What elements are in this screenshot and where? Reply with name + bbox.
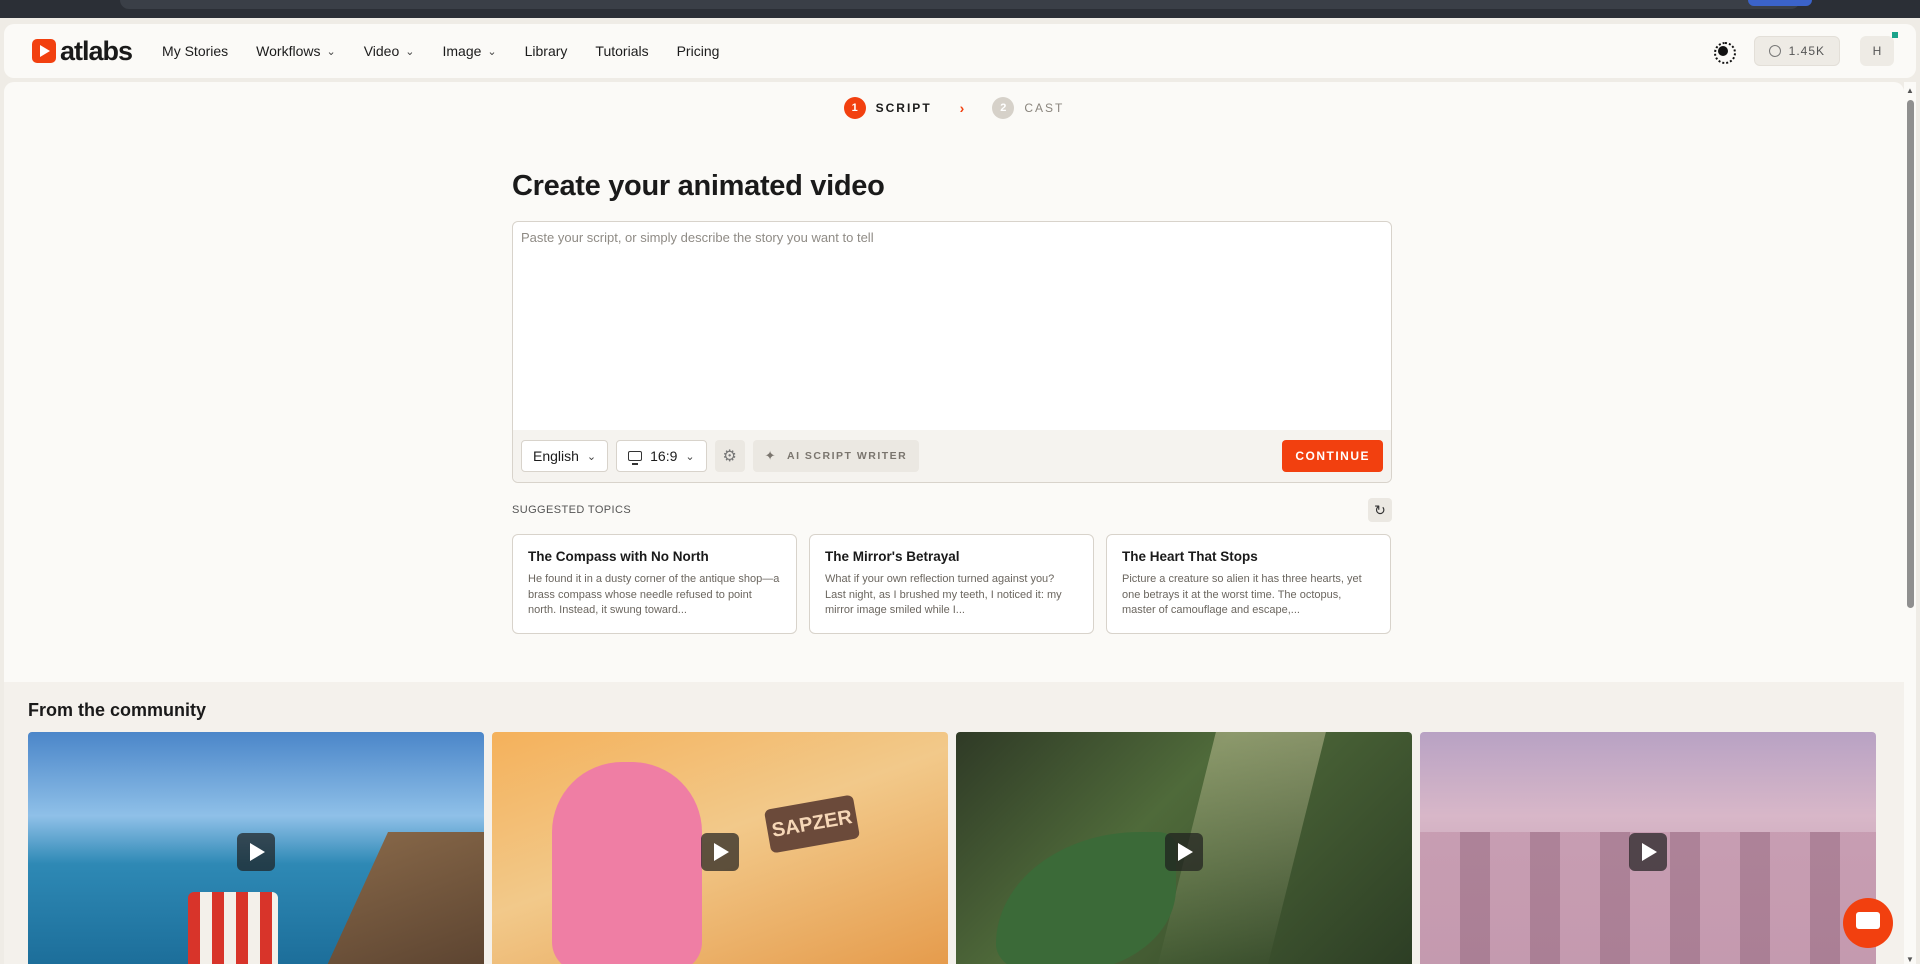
nav-label: Video: [363, 43, 400, 59]
nav-video[interactable]: Video ⌄: [364, 43, 415, 59]
thumbnail-sign-text: SAPZER: [763, 794, 861, 854]
scroll-up-icon[interactable]: ▲: [1906, 86, 1914, 95]
nav-workflows[interactable]: Workflows ⌄: [256, 43, 336, 59]
nav-label: My Stories: [162, 43, 229, 59]
nav-label: Tutorials: [595, 43, 649, 59]
nav-label: Pricing: [676, 43, 720, 59]
continue-button[interactable]: CONTINUE: [1282, 440, 1383, 472]
coin-icon: [1768, 45, 1781, 57]
refresh-icon: ↻: [1374, 501, 1386, 518]
community-section: From the community SAPZER: [4, 682, 1904, 964]
nav-image[interactable]: Image ⌄: [442, 43, 496, 59]
browser-profile-pill[interactable]: [1748, 0, 1812, 6]
step-number: 1: [843, 97, 866, 119]
video-thumbnail-art: [552, 762, 702, 964]
script-input[interactable]: [513, 222, 1391, 432]
brand-name: atlabs: [60, 35, 133, 66]
nav-my-stories[interactable]: My Stories: [162, 43, 228, 59]
step-label: SCRIPT: [875, 101, 932, 115]
language-value: English: [533, 448, 579, 464]
community-cards: SAPZER: [28, 732, 1876, 964]
community-video-card[interactable]: [28, 732, 484, 964]
chat-icon[interactable]: [1843, 898, 1893, 948]
nav-pricing[interactable]: Pricing: [677, 43, 720, 59]
editor-toolbar: English ⌄ 16:9 ⌄ ⚙ ✦ AI SCRIPT WRITER CO…: [513, 430, 1391, 482]
logo-play-icon: [32, 39, 56, 63]
suggested-label: SUGGESTED TOPICS: [512, 504, 632, 516]
language-select[interactable]: English ⌄: [521, 440, 609, 472]
community-video-card[interactable]: SAPZER: [492, 732, 948, 964]
video-thumbnail-art: [188, 892, 278, 964]
browser-chrome: [0, 0, 1920, 18]
page-scrollbar[interactable]: ▲ ▼: [1904, 82, 1916, 964]
main-content: 1 SCRIPT › 2 CAST Create your animated v…: [4, 82, 1904, 964]
sun-icon[interactable]: [1712, 40, 1736, 64]
topic-description: He found it in a dusty corner of the ant…: [528, 573, 780, 616]
topic-title: The Heart That Stops: [1122, 549, 1258, 564]
nav-tutorials[interactable]: Tutorials: [595, 43, 648, 59]
play-icon[interactable]: [1629, 833, 1667, 871]
topic-title: The Mirror's Betrayal: [825, 549, 960, 564]
community-video-card[interactable]: [956, 732, 1412, 964]
suggested-header: SUGGESTED TOPICS ↻: [512, 498, 1392, 522]
avatar[interactable]: H: [1860, 32, 1898, 66]
nav-label: Image: [442, 43, 482, 59]
stepper: 1 SCRIPT › 2 CAST: [4, 97, 1904, 119]
ai-script-writer-button[interactable]: ✦ AI SCRIPT WRITER: [752, 440, 920, 472]
gear-icon: ⚙: [722, 448, 737, 465]
video-thumbnail-art: [324, 832, 484, 964]
chevron-right-icon: ›: [959, 100, 965, 116]
topic-title: The Compass with No North: [528, 549, 709, 564]
nav-label: Library: [524, 43, 568, 59]
video-thumbnail-art: [996, 832, 1176, 964]
topic-card[interactable]: The Mirror's Betrayal What if your own r…: [809, 534, 1094, 634]
main-nav: My Stories Workflows ⌄ Video ⌄ Image ⌄ Libr…: [162, 43, 719, 59]
aspect-ratio-select[interactable]: 16:9 ⌄: [616, 440, 707, 472]
settings-button[interactable]: ⚙: [714, 440, 745, 472]
step-cast[interactable]: 2 CAST: [992, 97, 1064, 119]
app-window: atlabs My Stories Workflows ⌄ Video ⌄ Imag…: [0, 18, 1920, 964]
ai-button-label: AI SCRIPT WRITER: [787, 450, 908, 462]
chevron-down-icon: ⌄: [405, 45, 415, 58]
topic-card[interactable]: The Compass with No North He found it in…: [512, 534, 797, 634]
scroll-down-icon[interactable]: ▼: [1906, 955, 1914, 964]
script-editor: English ⌄ 16:9 ⌄ ⚙ ✦ AI SCRIPT WRITER CO…: [512, 221, 1392, 483]
chevron-down-icon: ⌄: [685, 450, 695, 463]
chevron-down-icon: ⌄: [487, 45, 497, 58]
topic-card[interactable]: The Heart That Stops Picture a creature …: [1106, 534, 1391, 634]
play-icon[interactable]: [237, 833, 275, 871]
aspect-ratio-value: 16:9: [650, 448, 678, 464]
nav-library[interactable]: Library: [525, 43, 568, 59]
topics-list: The Compass with No North He found it in…: [512, 534, 1392, 634]
nav-label: Workflows: [256, 43, 321, 59]
nav-right-group: 1.45K H: [1712, 32, 1916, 66]
wand-icon: ✦: [764, 448, 778, 463]
play-icon[interactable]: [1165, 833, 1203, 871]
scroll-thumb[interactable]: [1907, 100, 1914, 608]
topic-description: What if your own reflection turned again…: [825, 573, 1062, 616]
page-title: Create your animated video: [512, 170, 885, 202]
community-video-card[interactable]: [1420, 732, 1876, 964]
play-icon[interactable]: [701, 833, 739, 871]
credits-badge[interactable]: 1.45K: [1753, 36, 1840, 66]
monitor-icon: [628, 451, 643, 465]
step-label: CAST: [1024, 101, 1065, 115]
browser-address-bar[interactable]: [120, 0, 1800, 9]
brand-logo[interactable]: atlabs: [32, 35, 133, 67]
credits-count: 1.45K: [1788, 44, 1825, 58]
top-navbar: atlabs My Stories Workflows ⌄ Video ⌄ Imag…: [4, 24, 1916, 78]
step-number: 2: [992, 97, 1015, 119]
refresh-button[interactable]: ↻: [1368, 498, 1392, 522]
chevron-down-icon: ⌄: [586, 450, 597, 463]
step-script[interactable]: 1 SCRIPT: [843, 97, 932, 119]
community-title: From the community: [28, 700, 207, 720]
topic-description: Picture a creature so alien it has three…: [1122, 573, 1362, 616]
chevron-down-icon: ⌄: [326, 45, 336, 58]
